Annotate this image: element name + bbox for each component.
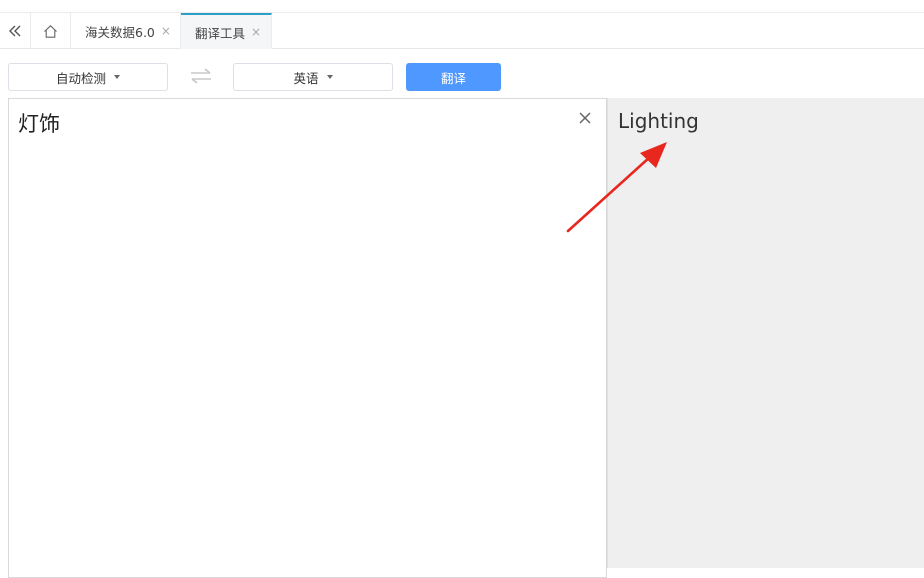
caret-down-icon xyxy=(326,75,333,79)
target-language-select[interactable]: 英语 xyxy=(233,63,393,91)
tab-customs-data[interactable]: 海关数据6.0 × xyxy=(71,13,181,49)
source-language-label: 自动检测 xyxy=(55,70,106,86)
source-text-area[interactable]: 灯饰 xyxy=(8,98,607,578)
close-icon[interactable] xyxy=(578,111,592,125)
tab-label: 海关数据6.0 xyxy=(85,24,155,40)
source-language-select[interactable]: 自动检测 xyxy=(8,63,168,91)
home-button[interactable] xyxy=(31,13,71,49)
tab-bar: 海关数据6.0 × 翻译工具 × xyxy=(0,12,924,49)
tab-label: 翻译工具 xyxy=(195,25,246,41)
translate-button[interactable]: 翻译 xyxy=(406,63,501,91)
result-text: Lighting xyxy=(618,109,699,133)
tab-close-icon[interactable]: × xyxy=(161,24,171,38)
home-icon xyxy=(44,24,57,38)
collapse-sidebar-button[interactable] xyxy=(0,13,31,49)
swap-arrows-icon[interactable] xyxy=(189,67,213,85)
target-language-label: 英语 xyxy=(293,70,319,86)
tab-close-icon[interactable]: × xyxy=(251,25,261,39)
tab-translate-tool[interactable]: 翻译工具 × xyxy=(181,13,272,49)
translation-result-area: Lighting xyxy=(607,98,924,568)
source-text: 灯饰 xyxy=(18,112,60,136)
double-chevron-left-icon xyxy=(9,25,21,37)
caret-down-icon xyxy=(114,75,120,79)
